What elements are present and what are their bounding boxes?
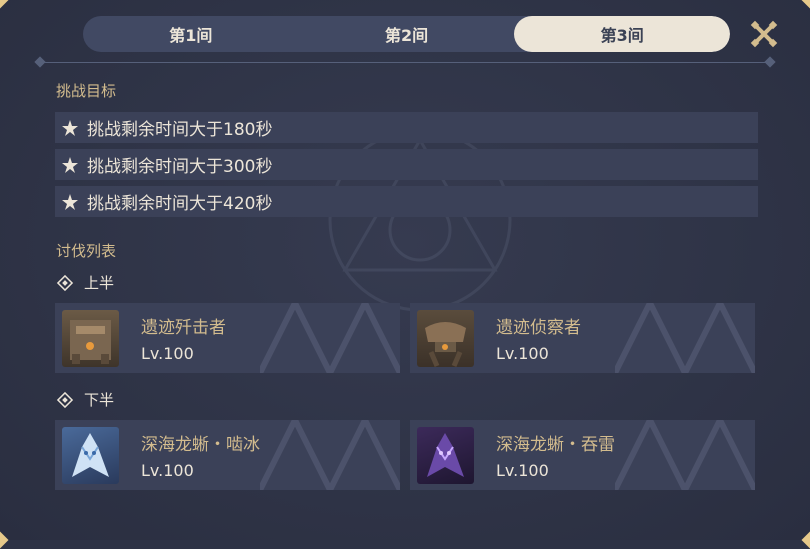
divider-ornament	[764, 56, 776, 68]
diamond-icon	[56, 391, 74, 409]
abyss-floor-panel: 第1间 第2间 第3间 挑战目标 挑战剩余时间大于180秒 挑战剩余时间大于30…	[0, 0, 810, 549]
frost-abyssal-drake-portrait-icon	[62, 426, 119, 484]
challenge-goal-row: 挑战剩余时间大于300秒	[55, 149, 758, 180]
enemy-name: 深海龙蜥・啮冰	[141, 435, 260, 455]
corner-ornament	[801, 531, 810, 549]
card-pattern	[260, 420, 400, 490]
enemy-card[interactable]: 遗迹侦察者 Lv.100	[410, 303, 755, 373]
close-icon	[750, 20, 778, 48]
enemy-list-title: 讨伐列表	[56, 242, 117, 260]
star-icon	[61, 119, 79, 137]
divider-ornament	[34, 56, 46, 68]
enemy-name: 遗迹侦察者	[496, 318, 581, 338]
electro-abyssal-drake-portrait-icon	[417, 426, 474, 484]
star-icon	[61, 156, 79, 174]
card-pattern	[615, 303, 755, 373]
chamber-tabs: 第1间 第2间 第3间	[83, 16, 730, 52]
first-half-label: 上半	[56, 272, 114, 293]
enemy-level: Lv.100	[496, 344, 549, 363]
enemy-level: Lv.100	[141, 461, 194, 480]
enemy-card[interactable]: 深海龙蜥・吞雷 Lv.100	[410, 420, 755, 490]
enemy-name: 遗迹歼击者	[141, 318, 226, 338]
tab-chamber-1[interactable]: 第1间	[83, 16, 299, 52]
second-half-label: 下半	[56, 389, 114, 410]
first-half-text: 上半	[84, 274, 115, 292]
enemy-name: 深海龙蜥・吞雷	[496, 435, 615, 455]
challenge-goal-text: 挑战剩余时间大于300秒	[87, 157, 273, 177]
tab-chamber-3[interactable]: 第3间	[514, 16, 730, 52]
star-icon	[61, 193, 79, 211]
enemy-card[interactable]: 遗迹歼击者 Lv.100	[55, 303, 400, 373]
second-half-text: 下半	[84, 391, 115, 409]
header-divider	[40, 62, 770, 63]
card-pattern	[615, 420, 755, 490]
corner-ornament	[0, 531, 9, 549]
challenge-goals-title: 挑战目标	[56, 82, 117, 100]
challenge-goal-text: 挑战剩余时间大于420秒	[87, 194, 273, 214]
corner-ornament	[801, 0, 810, 9]
diamond-icon	[56, 274, 74, 292]
card-pattern	[260, 303, 400, 373]
close-button[interactable]	[748, 18, 780, 50]
corner-ornament	[0, 0, 9, 9]
challenge-goal-text: 挑战剩余时间大于180秒	[87, 120, 273, 140]
tab-chamber-2[interactable]: 第2间	[299, 16, 515, 52]
ruin-scout-portrait-icon	[417, 309, 474, 367]
enemy-card[interactable]: 深海龙蜥・啮冰 Lv.100	[55, 420, 400, 490]
enemy-level: Lv.100	[496, 461, 549, 480]
ruin-destroyer-portrait-icon	[62, 309, 119, 367]
enemy-level: Lv.100	[141, 344, 194, 363]
challenge-goal-row: 挑战剩余时间大于180秒	[55, 112, 758, 143]
challenge-goal-row: 挑战剩余时间大于420秒	[55, 186, 758, 217]
